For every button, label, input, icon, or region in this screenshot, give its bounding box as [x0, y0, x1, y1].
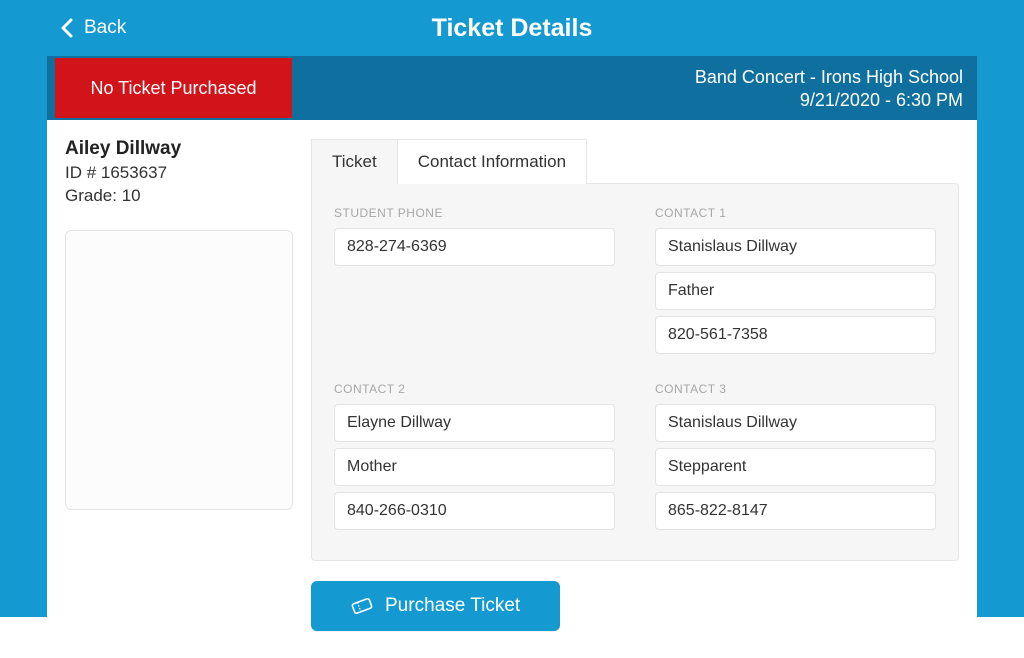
contact3-label: CONTACT 3	[655, 382, 936, 396]
student-id: ID # 1653637	[65, 162, 293, 185]
student-phone-label: STUDENT PHONE	[334, 206, 615, 220]
contact1-name: Stanislaus Dillway	[655, 228, 936, 266]
contact2-block: CONTACT 2 Elayne Dillway Mother 840-266-…	[334, 382, 615, 530]
contact2-label: CONTACT 2	[334, 382, 615, 396]
purchase-ticket-button[interactable]: Purchase Ticket	[311, 581, 560, 631]
contact1-block: CONTACT 1 Stanislaus Dillway Father 820-…	[655, 206, 936, 354]
contact1-phone: 820-561-7358	[655, 316, 936, 354]
contact3-block: CONTACT 3 Stanislaus Dillway Stepparent …	[655, 382, 936, 530]
contact3-relation: Stepparent	[655, 448, 936, 486]
student-phone-block: STUDENT PHONE 828-274-6369	[334, 206, 615, 354]
contact2-name: Elayne Dillway	[334, 404, 615, 442]
chevron-left-icon	[60, 18, 74, 38]
event-info: Band Concert - Irons High School 9/21/20…	[695, 56, 977, 120]
event-datetime: 9/21/2020 - 6:30 PM	[695, 89, 963, 112]
student-grade: Grade: 10	[65, 185, 293, 208]
back-button[interactable]: Back	[60, 17, 126, 39]
ticket-status-badge: No Ticket Purchased	[55, 58, 292, 118]
contact3-name: Stanislaus Dillway	[655, 404, 936, 442]
contact2-relation: Mother	[334, 448, 615, 486]
student-phone-value: 828-274-6369	[334, 228, 615, 266]
contact1-label: CONTACT 1	[655, 206, 936, 220]
event-name: Band Concert - Irons High School	[695, 66, 963, 89]
contact1-relation: Father	[655, 272, 936, 310]
page-title: Ticket Details	[0, 14, 1024, 43]
event-bar: No Ticket Purchased Band Concert - Irons…	[47, 56, 977, 120]
purchase-ticket-label: Purchase Ticket	[385, 595, 520, 617]
back-label: Back	[84, 17, 126, 39]
student-photo-placeholder	[65, 230, 293, 510]
tab-content-contact: STUDENT PHONE 828-274-6369 CONTACT 1 Sta…	[311, 183, 959, 561]
tab-contact-information[interactable]: Contact Information	[398, 139, 587, 184]
contact3-phone: 865-822-8147	[655, 492, 936, 530]
ticket-icon	[351, 597, 373, 615]
student-name: Ailey Dillway	[65, 138, 293, 160]
tab-ticket[interactable]: Ticket	[311, 139, 398, 184]
contact2-phone: 840-266-0310	[334, 492, 615, 530]
